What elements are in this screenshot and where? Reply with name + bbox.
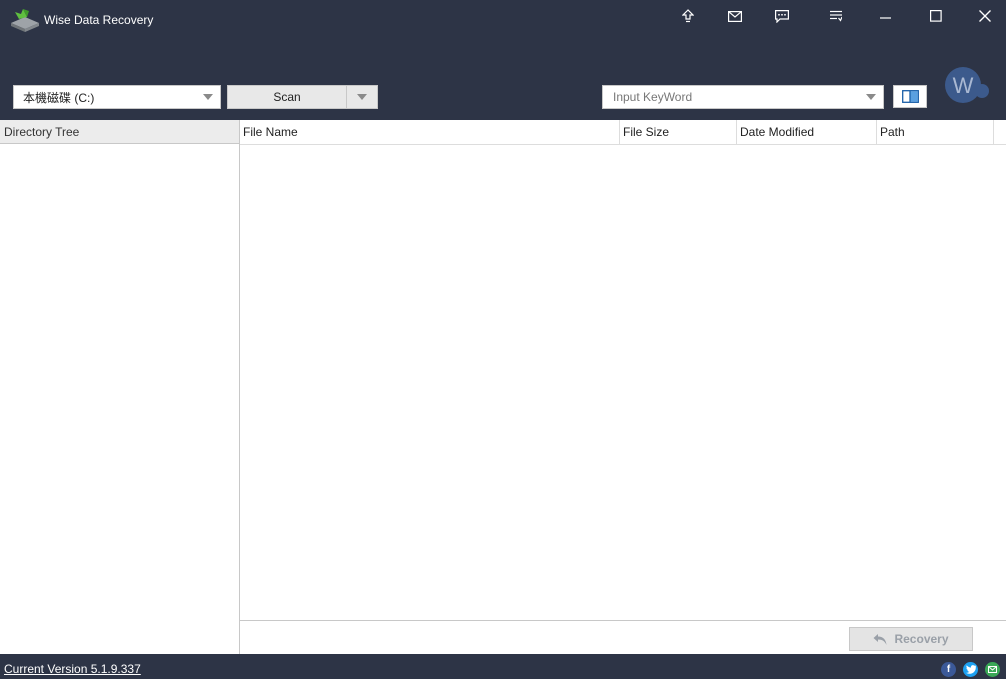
- close-icon[interactable]: [974, 6, 996, 26]
- mail-icon[interactable]: [724, 6, 746, 26]
- status-bar: Current Version 5.1.9.337 f: [0, 654, 1006, 679]
- maximize-icon[interactable]: [925, 6, 947, 26]
- feedback-icon[interactable]: [771, 6, 793, 26]
- keyword-input[interactable]: [603, 87, 866, 107]
- upgrade-icon[interactable]: [677, 6, 699, 26]
- undo-arrow-icon: [873, 633, 887, 645]
- main-area: Directory Tree File Name File Size Date …: [0, 120, 1006, 654]
- version-link[interactable]: Current Version 5.1.9.337: [4, 662, 141, 676]
- menu-icon[interactable]: [825, 6, 847, 26]
- file-list-pane[interactable]: File Name File Size Date Modified Path R…: [240, 120, 1006, 654]
- title-bar: Wise Data Recovery: [0, 0, 1006, 40]
- directory-tree-pane[interactable]: Directory Tree: [0, 120, 240, 654]
- avatar-letter: W: [953, 73, 974, 98]
- minimize-icon[interactable]: [875, 6, 897, 26]
- column-path[interactable]: Path: [877, 120, 994, 144]
- email-icon[interactable]: [985, 662, 1000, 677]
- facebook-icon[interactable]: f: [941, 662, 956, 677]
- preview-pane-toggle-button[interactable]: [893, 85, 927, 108]
- scan-button-group: Scan: [227, 85, 378, 109]
- app-logo-icon: [9, 7, 41, 33]
- drive-select[interactable]: 本機磁碟 (C:): [13, 85, 221, 109]
- scan-options-dropdown[interactable]: [347, 86, 377, 108]
- keyword-search-combo: [602, 85, 884, 109]
- file-list-header: File Name File Size Date Modified Path: [240, 120, 1006, 145]
- recovery-button[interactable]: Recovery: [849, 627, 973, 651]
- column-file-name[interactable]: File Name: [240, 120, 620, 144]
- recovery-button-label: Recovery: [894, 632, 949, 646]
- scan-button[interactable]: Scan: [228, 86, 347, 108]
- column-date-modified[interactable]: Date Modified: [737, 120, 877, 144]
- split-view-icon: [901, 90, 919, 103]
- chevron-down-icon: [357, 94, 367, 100]
- twitter-icon[interactable]: [963, 662, 978, 677]
- column-file-size[interactable]: File Size: [620, 120, 737, 144]
- chevron-down-icon: [203, 94, 213, 100]
- avatar[interactable]: W: [944, 66, 990, 104]
- app-title: Wise Data Recovery: [44, 13, 154, 27]
- action-bar: Recovery: [240, 620, 1006, 654]
- directory-tree-header: Directory Tree: [0, 120, 239, 144]
- drive-select-value: 本機磁碟 (C:): [23, 90, 95, 105]
- keyword-dropdown-icon[interactable]: [866, 94, 876, 100]
